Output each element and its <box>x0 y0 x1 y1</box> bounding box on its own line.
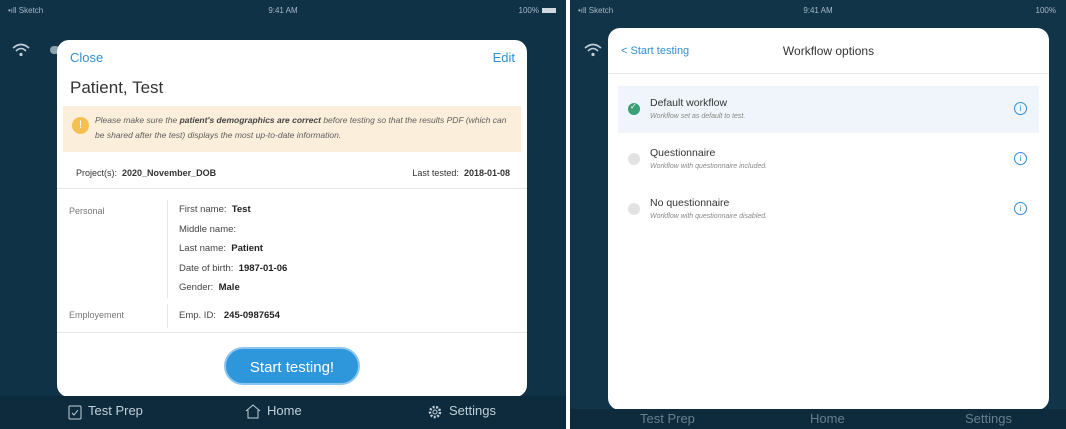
divider <box>167 200 168 298</box>
workflow-option-no-questionnaire[interactable]: No questionnaire Workflow with questionn… <box>618 186 1039 233</box>
patient-modal: Close Edit Patient, Test ! Please make s… <box>57 40 527 397</box>
warning-text: Please make sure the patient's demograph… <box>95 115 507 140</box>
option-description: Workflow with questionnaire included. <box>650 163 768 170</box>
patient-name-title: Patient, Test <box>70 78 164 97</box>
home-icon <box>245 404 261 419</box>
battery-indicator: 100% <box>519 6 556 15</box>
workflow-options-modal: < Start testing Workflow options Default… <box>608 28 1049 410</box>
status-bar: •ıll Sketch 9:41 AM 100% <box>0 0 566 20</box>
close-button[interactable]: Close <box>70 50 103 65</box>
tab-test-prep[interactable]: Test Prep <box>640 411 695 426</box>
option-description: Workflow with questionnaire disabled. <box>650 213 768 220</box>
page-title: Workflow options <box>782 44 875 58</box>
tab-settings[interactable]: Settings <box>965 411 1012 426</box>
workflow-option-default[interactable]: Default workflow Workflow set as default… <box>618 86 1039 133</box>
tab-test-prep[interactable]: Test Prep <box>68 403 143 420</box>
tab-home[interactable]: Home <box>810 411 845 426</box>
option-name: Default workflow <box>650 97 728 109</box>
dob-field: Date of birth: 1987-01-06 <box>179 263 288 274</box>
gear-icon <box>428 405 442 418</box>
middle-name-field: Middle name: <box>179 224 237 235</box>
clipboard-check-icon <box>68 405 82 420</box>
left-screen: •ıll Sketch 9:41 AM 100% Close Edit Pati… <box>0 0 566 429</box>
tab-bar: Test Prep Home Settings <box>0 396 566 429</box>
emp-id-field: Emp. ID: 245-0987654 <box>179 310 280 321</box>
last-name-field: Last name: Patient <box>179 243 263 254</box>
tab-home[interactable]: Home <box>245 403 302 419</box>
option-description: Workflow set as default to test. <box>650 113 746 120</box>
first-name-field: First name: Test <box>179 204 251 215</box>
right-screen: •ıll Sketch 9:41 AM 100% < Start testing… <box>570 0 1066 429</box>
workflow-option-questionnaire[interactable]: Questionnaire Workflow with questionnair… <box>618 136 1039 183</box>
employment-section-label: Employement <box>69 310 125 320</box>
status-time: 9:41 AM <box>268 6 298 15</box>
last-tested-row: Last tested: 2018-01-08 <box>412 168 510 178</box>
info-icon[interactable]: i <box>1014 102 1027 115</box>
projects-row: Project(s): 2020_November_DOB <box>76 168 217 178</box>
option-name: No questionnaire <box>650 197 730 209</box>
option-name: Questionnaire <box>650 147 716 159</box>
divider <box>57 188 527 189</box>
warning-icon: ! <box>72 117 89 134</box>
divider <box>167 304 168 328</box>
edit-button[interactable]: Edit <box>493 50 515 65</box>
wifi-icon <box>12 43 30 57</box>
tab-settings[interactable]: Settings <box>427 403 496 420</box>
modal-header: < Start testing Workflow options <box>608 28 1049 74</box>
status-bar: •ıll Sketch 9:41 AM 100% <box>570 0 1066 20</box>
wifi-icon <box>584 43 602 57</box>
divider <box>57 332 527 333</box>
radio-selected[interactable] <box>628 102 640 115</box>
battery-indicator: 100% <box>1035 6 1056 15</box>
radio-unselected[interactable] <box>628 203 640 215</box>
tab-bar: Test Prep Home Settings <box>570 409 1066 429</box>
personal-section-label: Personal <box>69 206 105 216</box>
radio-unselected[interactable] <box>628 153 640 165</box>
info-icon[interactable]: i <box>1014 202 1027 215</box>
gender-field: Gender: Male <box>179 282 240 293</box>
info-icon[interactable]: i <box>1014 152 1027 165</box>
status-time: 9:41 AM <box>803 6 833 15</box>
start-testing-button[interactable]: Start testing! <box>224 347 360 385</box>
demographics-warning: ! Please make sure the patient's demogra… <box>63 106 521 152</box>
